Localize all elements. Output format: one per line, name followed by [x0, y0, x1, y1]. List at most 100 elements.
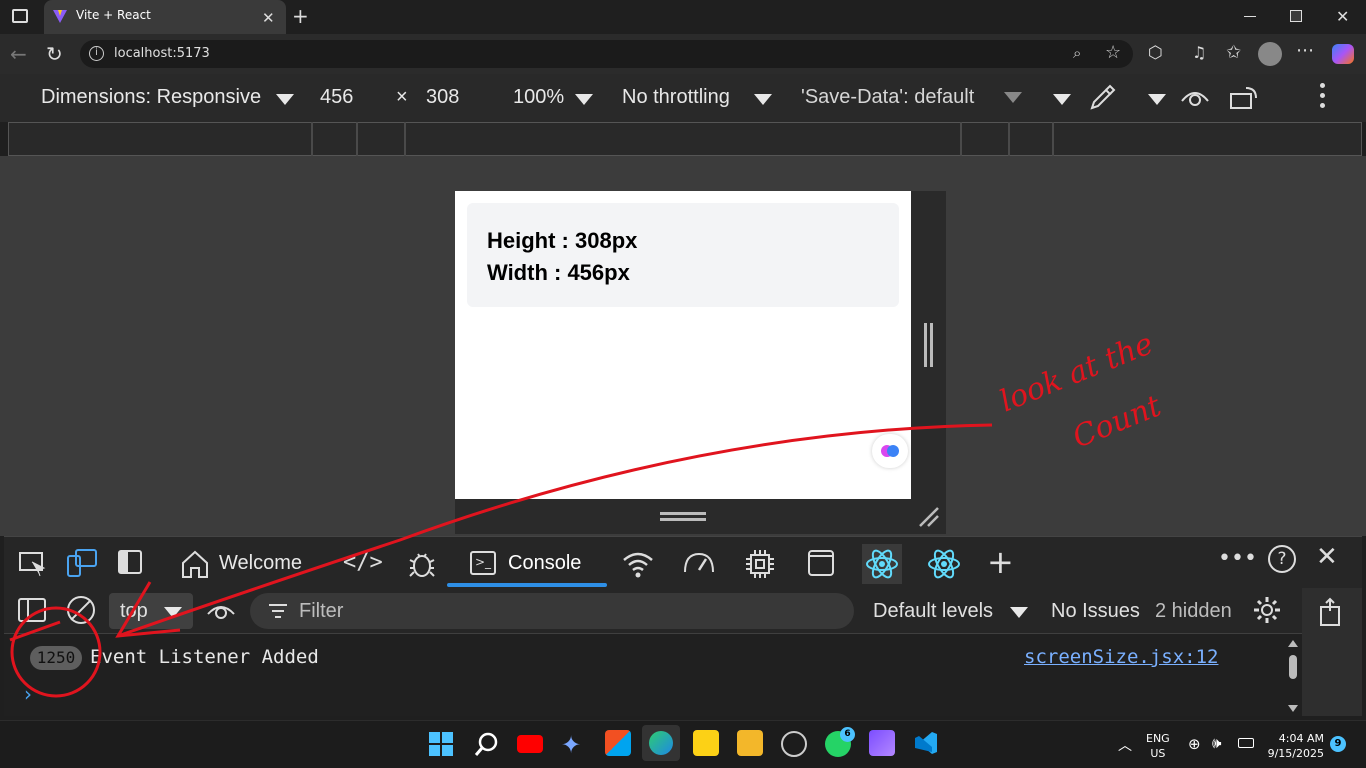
network-globe-icon[interactable]: ⊕ — [1188, 735, 1201, 753]
site-info-icon[interactable]: i — [89, 46, 104, 61]
chevron-down-icon[interactable] — [276, 94, 294, 105]
chevron-down-icon[interactable] — [1010, 607, 1028, 618]
battery-icon[interactable] — [1238, 738, 1254, 748]
youtube-icon[interactable] — [517, 735, 543, 753]
resize-handle-right[interactable] — [911, 191, 946, 499]
clock-date: 9/15/2025 — [1267, 747, 1324, 760]
log-source-link[interactable]: screenSize.jsx:12 — [1024, 646, 1218, 668]
chevron-down-icon[interactable] — [164, 607, 182, 618]
vision-deficiency-icon[interactable] — [1180, 85, 1210, 111]
rotate-icon[interactable] — [1228, 84, 1262, 112]
chevron-down-icon[interactable] — [575, 94, 593, 105]
tab-console[interactable]: Console — [508, 552, 581, 575]
brain-extension-icon[interactable] — [872, 434, 908, 468]
more-options-icon[interactable] — [1320, 83, 1326, 108]
refresh-icon[interactable]: ↻ — [46, 42, 63, 66]
memory-chip-icon[interactable] — [744, 548, 776, 580]
clock-time: 4:04 AM — [1278, 732, 1324, 745]
tab-welcome[interactable]: Welcome — [219, 552, 302, 575]
resize-handle-bottom[interactable] — [455, 499, 946, 534]
favorites-icon[interactable]: ✩ — [1226, 42, 1241, 63]
home-icon[interactable] — [180, 549, 210, 579]
eyedropper-icon[interactable] — [1088, 82, 1118, 112]
inspect-element-icon[interactable] — [18, 550, 48, 578]
close-window-icon[interactable]: ✕ — [1336, 7, 1349, 26]
media-query-ruler[interactable] — [8, 122, 1362, 156]
windows-start-icon[interactable] — [429, 732, 453, 756]
back-icon[interactable]: ← — [10, 42, 27, 66]
chevron-down-icon[interactable] — [1004, 92, 1022, 103]
volume-icon[interactable]: 🕪 — [1212, 734, 1221, 752]
store-icon[interactable] — [605, 730, 631, 756]
url-text[interactable]: localhost:5173 — [114, 46, 210, 61]
media-icon[interactable]: ♫ — [1192, 43, 1206, 62]
performance-gauge-icon[interactable] — [682, 550, 716, 578]
sticky-notes-icon[interactable] — [693, 730, 719, 756]
language-indicator[interactable]: ENG US — [1146, 731, 1170, 761]
zoom-select[interactable]: 100% — [513, 86, 564, 109]
react-components-icon[interactable] — [862, 544, 902, 584]
height-input[interactable]: 308 — [426, 86, 459, 109]
edge-icon[interactable] — [642, 725, 680, 761]
restore-icon[interactable] — [1290, 10, 1302, 22]
ruler-divider — [311, 122, 313, 156]
obs-icon[interactable] — [781, 731, 807, 757]
application-window-icon[interactable] — [808, 550, 834, 576]
search-icon[interactable] — [474, 731, 500, 757]
console-icon[interactable]: >_ — [470, 551, 496, 575]
throttling-select[interactable]: No throttling — [622, 86, 730, 109]
close-devtools-icon[interactable]: ✕ — [1316, 542, 1338, 572]
console-prompt-chevron-icon[interactable]: › — [24, 682, 32, 706]
dock-side-icon[interactable] — [118, 550, 142, 574]
sidebar-toggle-icon[interactable] — [18, 598, 46, 622]
dimensions-select[interactable]: Dimensions: Responsive — [41, 86, 261, 109]
copilot-icon[interactable] — [1332, 44, 1354, 64]
height-readout: Height : 308px — [487, 228, 638, 253]
extensions-icon[interactable]: ⬡ — [1148, 43, 1163, 63]
repeat-count-badge: 1250 — [30, 646, 82, 670]
width-input[interactable]: 456 — [320, 86, 353, 109]
vscode-icon[interactable] — [913, 730, 939, 756]
help-icon[interactable]: ? — [1268, 545, 1296, 573]
close-tab-icon[interactable]: ✕ — [262, 9, 275, 27]
live-expression-eye-icon[interactable] — [206, 600, 236, 624]
clock[interactable]: 4:04 AM 9/15/2025 — [1266, 731, 1324, 761]
address-bar[interactable] — [80, 40, 1133, 68]
new-tab-icon[interactable]: + — [292, 4, 309, 28]
add-tool-icon[interactable]: + — [987, 544, 1014, 580]
issues-button[interactable]: No Issues — [1051, 600, 1140, 623]
tool-app-icon[interactable] — [869, 730, 895, 756]
file-explorer-icon[interactable] — [737, 730, 763, 756]
tray-chevron-up-icon[interactable]: ︿ — [1118, 735, 1132, 755]
zoom-icon[interactable]: ⌕ — [1073, 44, 1081, 62]
ruler-divider — [960, 122, 962, 156]
notification-badge[interactable]: 9 — [1330, 736, 1346, 752]
tab-actions-icon[interactable] — [12, 9, 28, 23]
save-data-select[interactable]: 'Save-Data': default — [801, 86, 974, 109]
network-wifi-icon[interactable] — [622, 550, 654, 578]
elements-icon[interactable]: </> — [343, 550, 383, 575]
react-profiler-icon[interactable] — [924, 544, 964, 584]
chevron-down-icon[interactable] — [1053, 94, 1071, 105]
more-icon[interactable]: ⋯ — [1296, 40, 1314, 61]
minimize-icon[interactable] — [1244, 16, 1256, 17]
console-scrollbar[interactable] — [1286, 640, 1300, 712]
copy-panel-icon[interactable] — [1318, 597, 1342, 627]
chevron-down-icon[interactable] — [754, 94, 772, 105]
log-levels-select[interactable]: Default levels — [873, 600, 993, 623]
more-tools-icon[interactable]: ••• — [1218, 546, 1257, 571]
gear-icon[interactable] — [1252, 595, 1282, 625]
gemini-icon[interactable]: ✦ — [561, 731, 581, 759]
clear-console-icon[interactable] — [67, 596, 95, 624]
filter-icon — [268, 603, 288, 619]
favorite-star-icon[interactable]: ☆ — [1105, 42, 1121, 63]
device-emulation-icon[interactable] — [66, 548, 98, 578]
ruler-divider — [1008, 122, 1010, 156]
resize-grip-vertical[interactable] — [924, 323, 927, 367]
avatar[interactable] — [1258, 42, 1282, 66]
bug-icon[interactable] — [406, 548, 438, 580]
resize-grip-horizontal[interactable] — [660, 512, 706, 515]
chevron-down-icon[interactable] — [1148, 94, 1166, 105]
hidden-count: 2 hidden — [1155, 600, 1232, 622]
resize-corner-icon[interactable] — [918, 506, 940, 528]
